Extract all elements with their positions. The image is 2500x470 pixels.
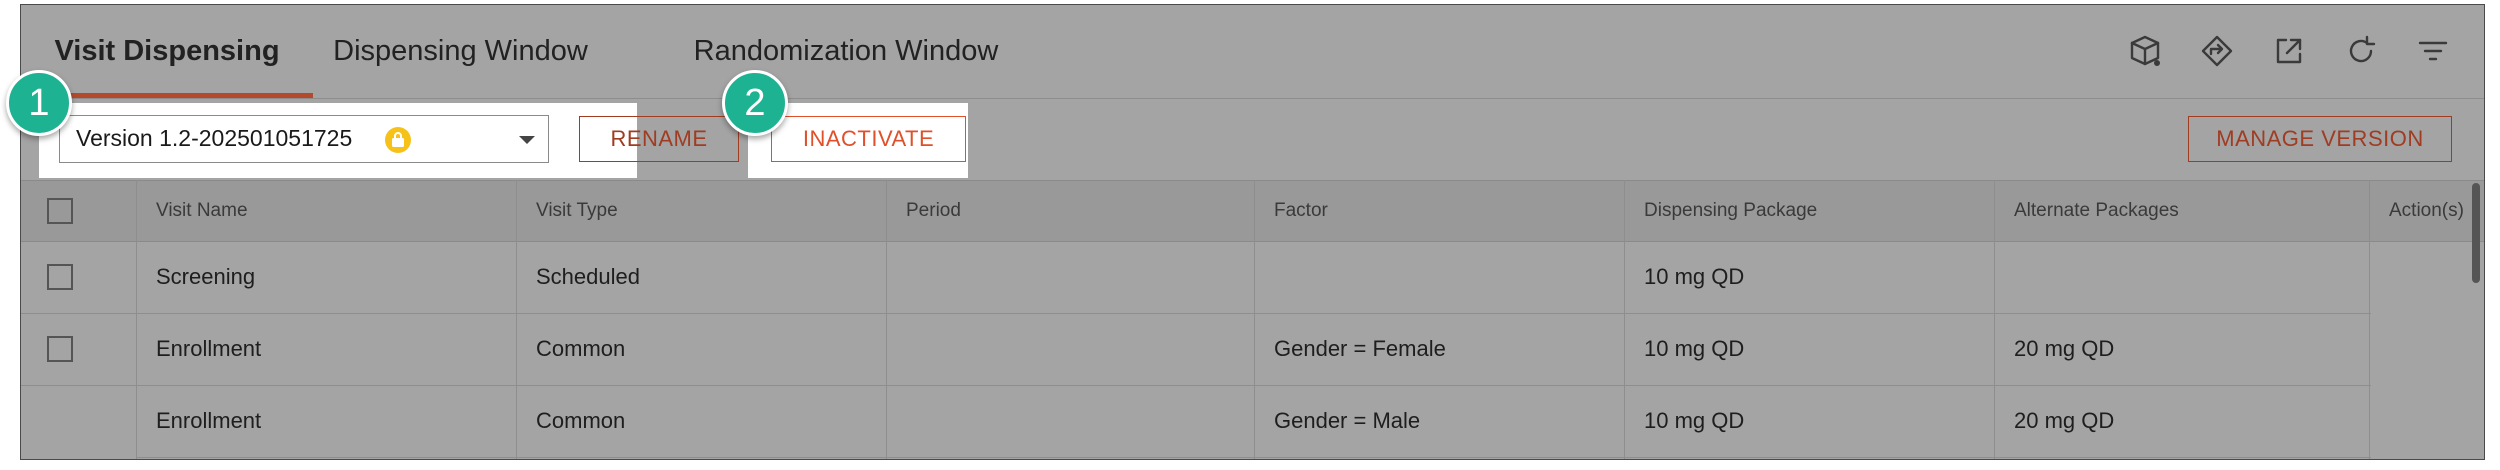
callout-badge-1: 1 xyxy=(6,70,72,136)
inactivate-button[interactable]: INACTIVATE xyxy=(771,116,966,162)
visit-type-cell: Scheduled xyxy=(536,264,640,289)
visit-name-cell: Enrollment xyxy=(156,408,262,433)
visit-name-cell: Enrollment xyxy=(156,336,262,361)
open-external-icon[interactable] xyxy=(2271,33,2307,69)
column-header-actions: Action(s) xyxy=(2389,200,2464,221)
vertical-scrollbar[interactable] xyxy=(2472,183,2480,283)
column-header-alternate-packages[interactable]: Alternate Packages xyxy=(1994,181,2369,241)
package-icon[interactable] xyxy=(2127,33,2163,69)
column-header-factor[interactable]: Factor xyxy=(1254,181,1624,241)
lock-icon xyxy=(385,127,411,153)
refresh-icon[interactable] xyxy=(2343,33,2379,69)
table-row[interactable]: Enrollment Common Gender = Male 10 mg QD… xyxy=(136,385,2371,458)
alternate-packages-cell: 20 mg QD xyxy=(2014,408,2115,433)
column-header-dispensing-package[interactable]: Dispensing Package xyxy=(1624,181,1994,241)
dispensing-package-cell: 10 mg QD xyxy=(1644,408,1745,433)
select-all-checkbox[interactable] xyxy=(47,198,73,224)
version-select-value: Version 1.2-202501051725 xyxy=(76,125,353,151)
visit-type-cell: Common xyxy=(536,336,626,361)
rename-button[interactable]: RENAME xyxy=(579,116,739,162)
visit-name-cell: Screening xyxy=(156,264,256,289)
manage-version-button[interactable]: MANAGE VERSION xyxy=(2188,116,2452,162)
period-cell xyxy=(886,241,906,313)
alternate-packages-cell xyxy=(1994,241,2014,313)
chevron-down-icon[interactable] xyxy=(519,136,535,144)
callout-badge-2: 2 xyxy=(722,70,788,136)
period-cell xyxy=(886,313,906,385)
tab-dispensing-window[interactable]: Dispensing Window xyxy=(313,5,608,97)
row-checkbox[interactable] xyxy=(47,336,73,362)
dispensing-package-cell: 10 mg QD xyxy=(1644,264,1745,289)
visit-type-cell: Common xyxy=(536,408,626,433)
dispensing-package-cell: 10 mg QD xyxy=(1644,336,1745,361)
period-cell xyxy=(886,385,906,457)
tab-divider xyxy=(21,98,2484,99)
version-select[interactable]: Version 1.2-202501051725 xyxy=(59,115,549,163)
filter-icon[interactable] xyxy=(2415,33,2451,69)
table-row[interactable]: Screening Scheduled 10 mg QD xyxy=(21,241,2371,314)
table-header: Visit Name Visit Type Period Factor Disp… xyxy=(21,180,2484,242)
column-header-period[interactable]: Period xyxy=(886,181,1254,241)
tab-randomization-window[interactable]: Randomization Window xyxy=(661,5,1031,97)
factor-cell xyxy=(1254,241,1274,313)
app-frame: Visit Dispensing Dispensing Window Rando… xyxy=(20,4,2485,460)
alternate-packages-cell: 20 mg QD xyxy=(2014,336,2115,361)
diamond-arrow-icon[interactable] xyxy=(2199,33,2235,69)
column-header-visit-type[interactable]: Visit Type xyxy=(516,181,886,241)
column-header-visit-name[interactable]: Visit Name xyxy=(136,181,516,241)
factor-cell: Gender = Male xyxy=(1274,408,1421,433)
factor-cell: Gender = Female xyxy=(1274,336,1446,361)
row-checkbox[interactable] xyxy=(47,264,73,290)
table-row[interactable]: Enrollment Common Gender = Female 10 mg … xyxy=(21,313,2371,386)
